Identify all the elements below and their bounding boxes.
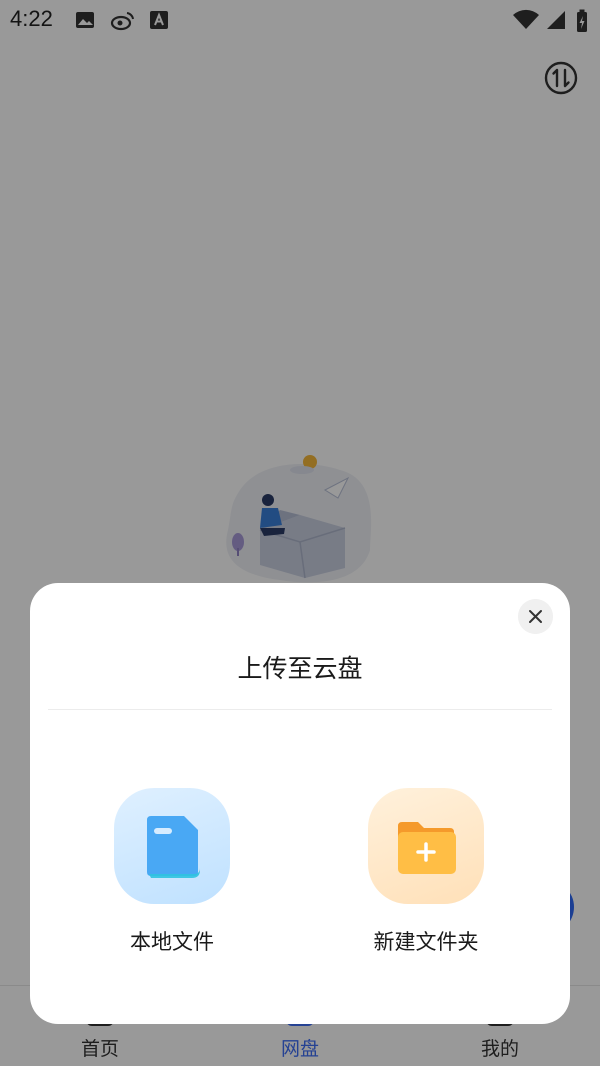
dialog-title: 上传至云盘	[237, 655, 363, 683]
close-button[interactable]	[518, 599, 553, 634]
document-icon	[147, 816, 200, 878]
new-folder-label: 新建文件夹	[373, 931, 479, 954]
new-folder-icon	[398, 822, 456, 874]
divider	[48, 709, 552, 710]
local-file-tile[interactable]	[114, 788, 230, 904]
local-file-label: 本地文件	[130, 931, 214, 954]
new-folder-tile[interactable]	[368, 788, 484, 904]
local-file-option[interactable]: 本地文件	[88, 788, 268, 968]
upload-dialog: 上传至云盘 本地文件 新建文件夹	[30, 583, 570, 1024]
new-folder-option[interactable]: 新建文件夹	[342, 788, 522, 968]
